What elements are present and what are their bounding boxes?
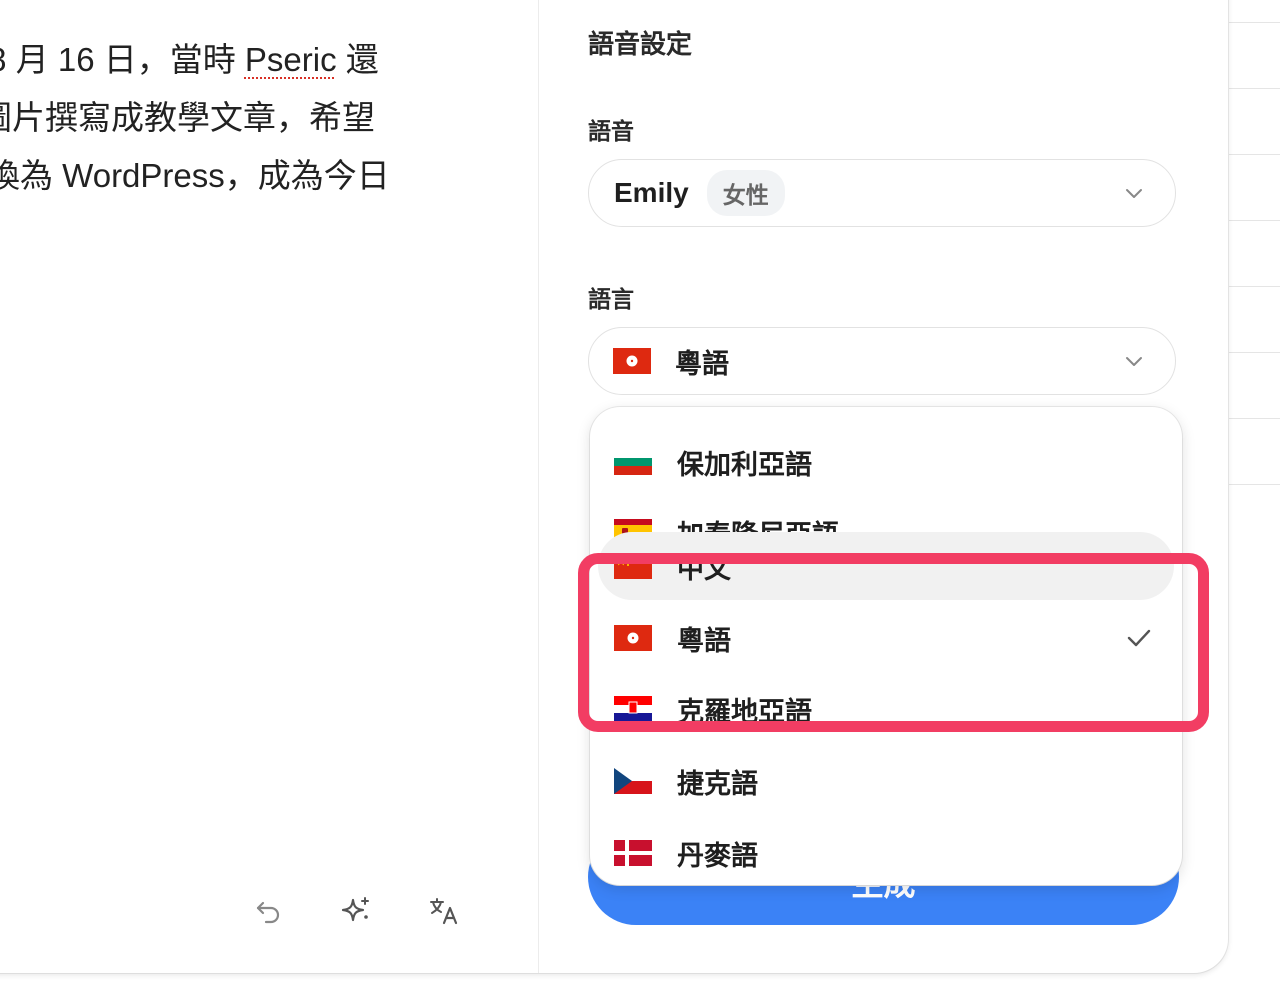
language-option-label: 克羅地亞語	[677, 696, 812, 728]
editor-toolbar	[250, 893, 462, 929]
voice-select[interactable]: Emily 女性	[588, 159, 1176, 227]
language-option-label: 丹麥語	[677, 840, 758, 872]
china-flag-icon	[614, 553, 652, 579]
language-dropdown: 保加利亞語 加泰隆尼亞語 中文 粵語 克羅地亞語	[590, 407, 1182, 885]
misspelled-word[interactable]: Pseric	[245, 41, 337, 78]
sparkle-icon[interactable]	[338, 893, 374, 929]
language-option-label: 粵語	[677, 625, 731, 657]
hongkong-flag-icon	[614, 625, 652, 651]
article-line-2: 配圖片撰寫成教學文章，希望	[0, 91, 375, 139]
croatia-flag-icon	[614, 696, 652, 722]
article-text: 還	[336, 41, 379, 78]
article-text: 轉換為 WordPress，成為今日	[0, 157, 390, 194]
language-option[interactable]: 丹麥語	[598, 819, 1174, 885]
selected-language: 粵語	[675, 348, 729, 380]
hongkong-flag-icon	[613, 348, 651, 374]
voice-name: Emily	[614, 177, 689, 208]
article-pane: 年 8 月 16 日，當時 Pseric 還 配圖片撰寫成教學文章，希望 轉換為…	[0, 0, 538, 973]
article-text: 年 8 月 16 日，當時	[0, 41, 236, 78]
undo-icon[interactable]	[250, 893, 286, 929]
language-option-label: 保加利亞語	[677, 449, 812, 481]
language-select[interactable]: 粵語	[588, 327, 1176, 395]
language-option-selected[interactable]: 粵語	[598, 604, 1174, 672]
gender-badge: 女性	[706, 170, 785, 216]
checkmark-icon	[1126, 626, 1152, 654]
language-option[interactable]: 克羅地亞語	[598, 675, 1174, 743]
language-option-label: 中文	[677, 553, 731, 585]
chevron-down-icon	[1123, 350, 1145, 376]
language-label: 語言	[588, 287, 634, 313]
chevron-down-icon	[1123, 182, 1145, 208]
language-option-label: 捷克語	[677, 768, 758, 800]
background-grid	[1228, 0, 1280, 520]
article-line-1: 年 8 月 16 日，當時 Pseric 還	[0, 33, 379, 81]
editor-card: 年 8 月 16 日，當時 Pseric 還 配圖片撰寫成教學文章，希望 轉換為…	[0, 0, 1228, 973]
language-option[interactable]: 捷克語	[598, 747, 1174, 815]
czech-flag-icon	[614, 768, 652, 794]
voice-settings-panel: 語音設定 語音 Emily 女性 語言 粵語 生成 保加利亞語	[539, 0, 1228, 973]
bulgaria-flag-icon	[614, 449, 652, 475]
translate-icon[interactable]	[426, 893, 462, 929]
language-option-hovered[interactable]: 中文	[598, 532, 1174, 600]
voice-label: 語音	[588, 119, 634, 145]
article-line-3: 轉換為 WordPress，成為今日	[0, 149, 390, 197]
language-option[interactable]: 保加利亞語	[598, 428, 1174, 496]
denmark-flag-icon	[614, 840, 652, 866]
article-text: 配圖片撰寫成教學文章，希望	[0, 99, 375, 136]
panel-title: 語音設定	[588, 30, 693, 60]
